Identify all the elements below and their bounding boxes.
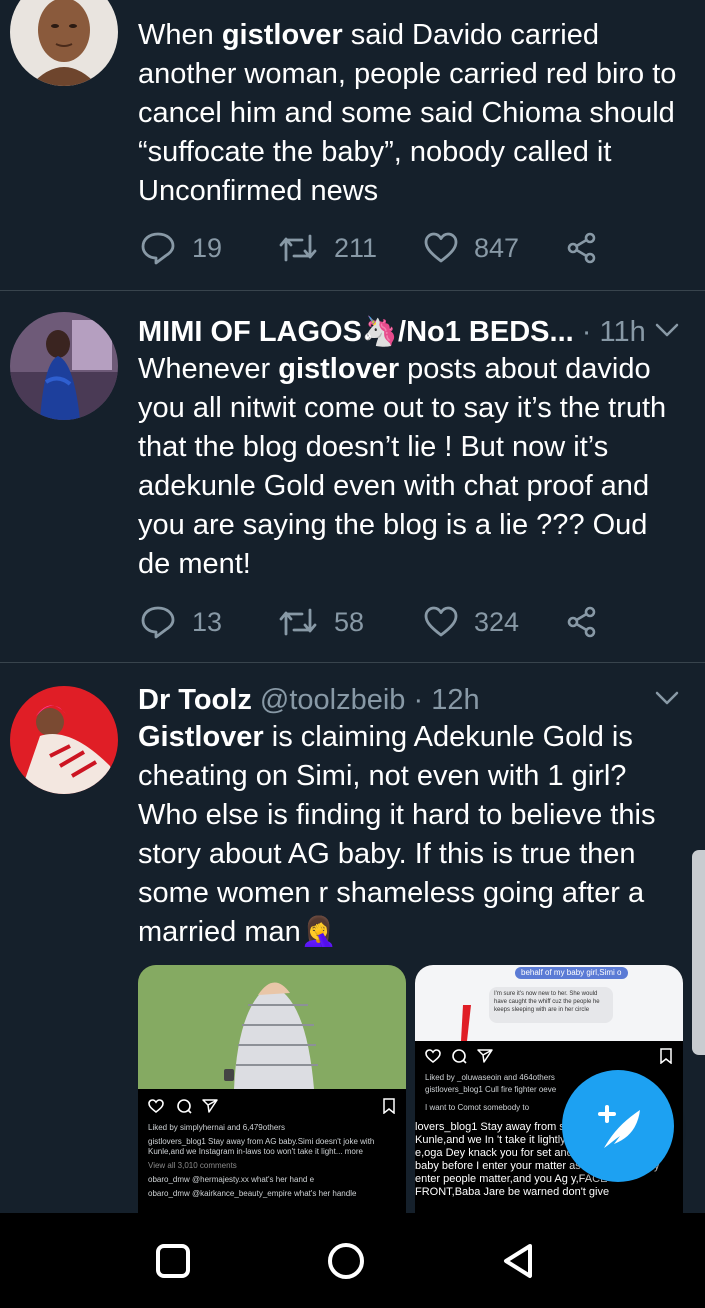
share-icon — [567, 606, 596, 638]
reply-button[interactable]: 19 — [140, 228, 222, 268]
user-handle[interactable]: @toolzbeib — [260, 684, 406, 716]
avatar[interactable] — [10, 0, 118, 86]
retweet-count: 58 — [334, 606, 365, 637]
likes-line: Liked by simplyhernai and 6,479others — [148, 1123, 285, 1132]
scrollbar[interactable] — [692, 850, 705, 1055]
reply-count: 19 — [192, 232, 223, 263]
send-icon[interactable] — [477, 1049, 493, 1063]
retweet-button[interactable]: 58 — [278, 602, 364, 642]
reply-button[interactable]: 13 — [140, 602, 222, 642]
share-button[interactable] — [566, 228, 598, 268]
share-button[interactable] — [566, 602, 598, 642]
divider — [0, 290, 705, 291]
comment: obaro_dmw @kairkance_beauty_empire what'… — [148, 1189, 357, 1198]
comment: obaro_dmw @hermajesty.xx what's her hand… — [148, 1175, 315, 1184]
back-icon[interactable] — [496, 1238, 542, 1284]
heart-icon[interactable] — [425, 1049, 441, 1063]
retweet-button[interactable]: 211 — [278, 228, 377, 268]
divider — [0, 662, 705, 663]
reply-count: 13 — [192, 606, 223, 637]
tweet-actions: 19 211 847 — [138, 228, 618, 268]
send-icon[interactable] — [202, 1099, 218, 1113]
chevron-down-icon[interactable] — [655, 690, 679, 706]
comment-icon[interactable] — [451, 1048, 467, 1064]
tweet-text: Gistlover is claiming Adekunle Gold is c… — [138, 721, 656, 948]
tweet-text: Whenever gistlover posts about davido yo… — [138, 353, 667, 580]
retweet-icon — [279, 608, 317, 636]
tweet-text: When gistlover said Davido carried anoth… — [138, 19, 677, 207]
retweet-count: 211 — [334, 232, 378, 263]
bookmark-icon[interactable] — [382, 1098, 396, 1114]
chat-bubble-received: I'm sure it's now new to her. She would … — [489, 987, 613, 1023]
reply-icon — [141, 232, 175, 265]
like-button[interactable]: 324 — [424, 602, 519, 642]
tweet-header: MIMI OF LAGOS🦄/No1 BEDS... · 11h — [138, 312, 705, 352]
compose-tweet-button[interactable] — [562, 1070, 674, 1182]
tweet-actions: 13 58 324 — [138, 602, 618, 642]
media-image-left[interactable]: Liked by simplyhernai and 6,479others gi… — [138, 965, 406, 1213]
system-navigation-bar — [0, 1213, 705, 1308]
recent-apps-icon[interactable] — [150, 1238, 196, 1284]
heart-icon — [424, 232, 458, 263]
display-name[interactable]: MIMI OF LAGOS🦄/No1 BEDS... — [138, 316, 574, 348]
retweet-icon — [279, 234, 317, 262]
caption: gistlovers_blog1 Stay away from AG baby.… — [148, 1137, 375, 1156]
home-icon[interactable] — [323, 1238, 369, 1284]
heart-icon — [424, 606, 458, 637]
avatar[interactable] — [10, 686, 118, 794]
chat-bubble-sent: behalf of my baby girl,Simi o — [515, 967, 628, 979]
chevron-down-icon[interactable] — [655, 322, 679, 338]
comment-icon[interactable] — [176, 1098, 192, 1114]
view-all-comments[interactable]: View all 3,010 comments — [148, 1161, 398, 1171]
avatar[interactable] — [10, 312, 118, 420]
like-count: 847 — [474, 232, 520, 263]
share-icon — [567, 232, 596, 264]
compose-feather-icon — [598, 1105, 640, 1148]
display-name[interactable]: Dr Toolz — [138, 684, 252, 716]
timestamp: · 11h — [581, 316, 646, 348]
reply-icon — [141, 606, 175, 639]
timestamp: · 12h — [413, 684, 480, 716]
like-count: 324 — [474, 606, 520, 637]
heart-icon[interactable] — [148, 1099, 164, 1113]
like-button[interactable]: 847 — [424, 228, 519, 268]
bookmark-icon[interactable] — [659, 1048, 673, 1064]
tweet-header: Dr Toolz @toolzbeib · 12h — [138, 680, 705, 720]
